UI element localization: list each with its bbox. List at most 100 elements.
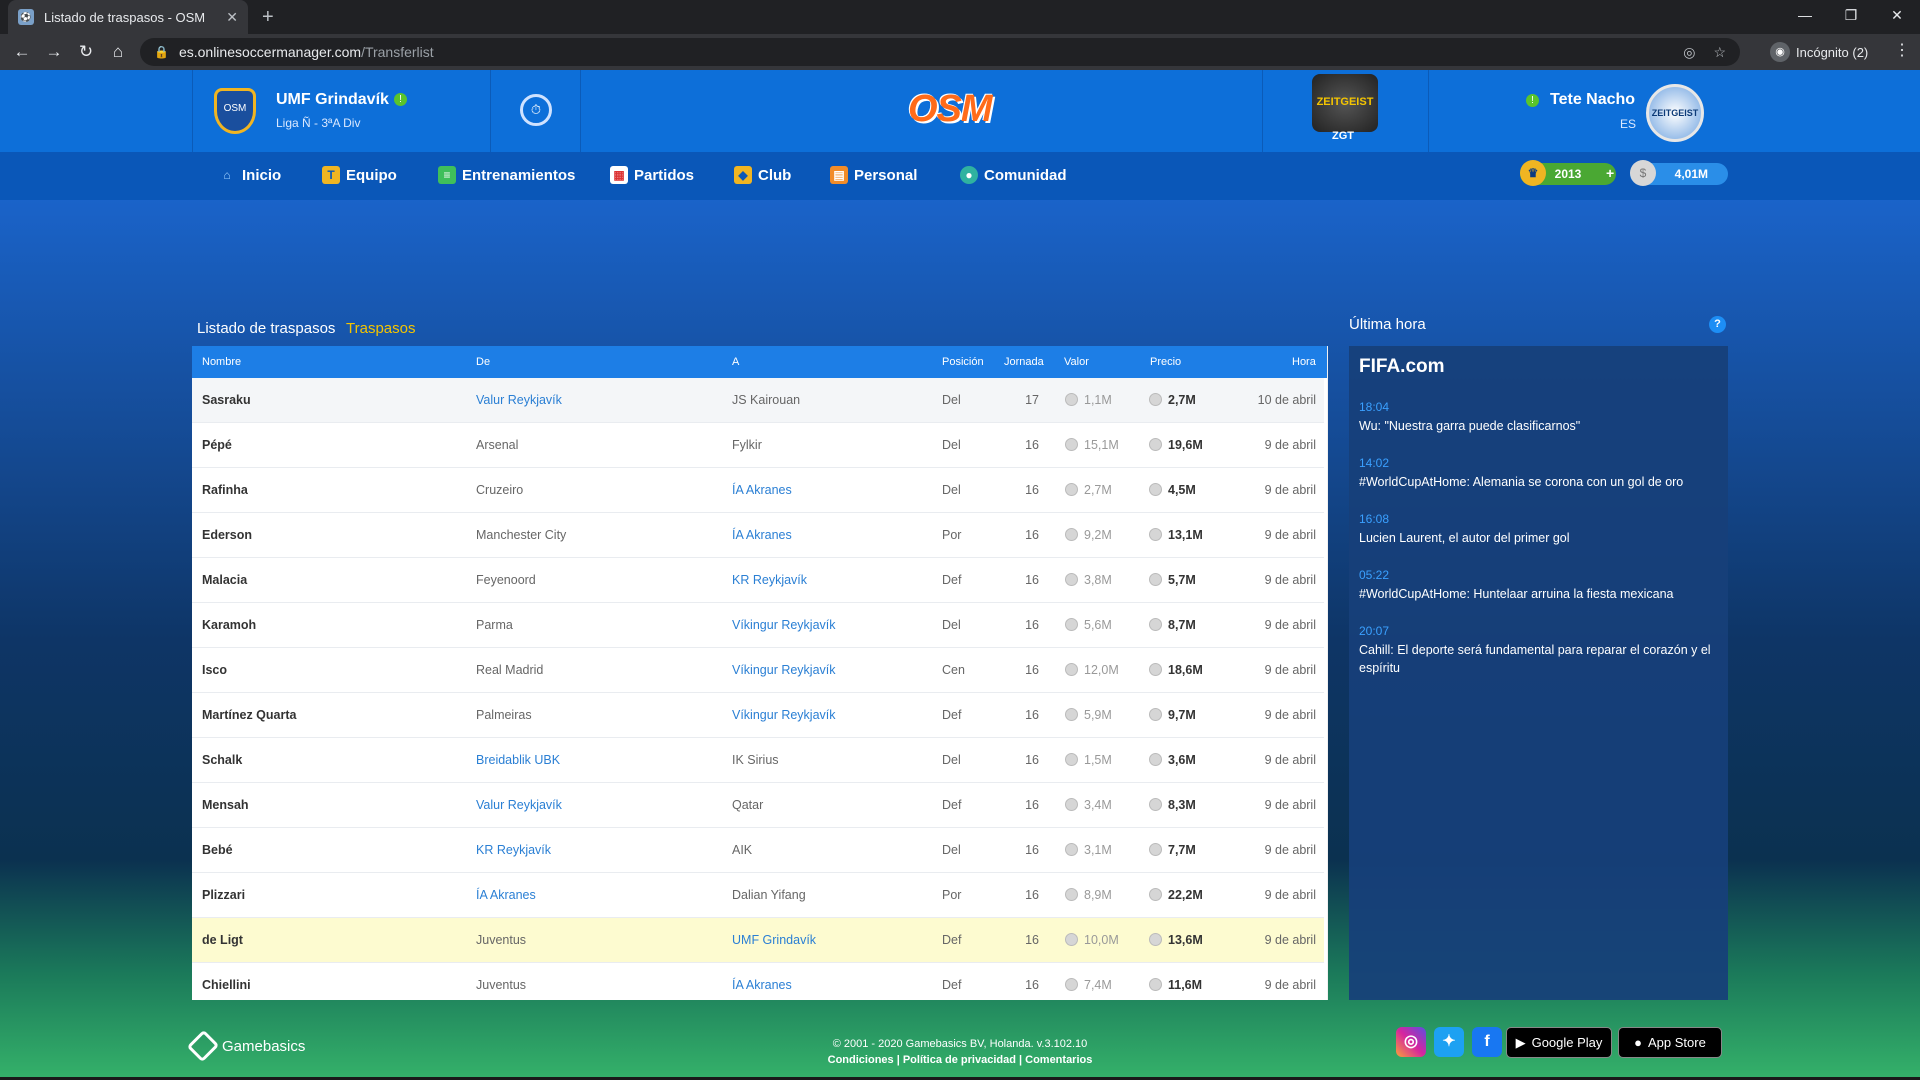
from-club[interactable]: Valur Reykjavík	[476, 393, 562, 407]
stopwatch-icon[interactable]: ⏱	[520, 94, 552, 126]
incognito-indicator[interactable]: ◉ Incógnito (2)	[1770, 39, 1868, 65]
footer-links[interactable]: Condiciones | Política de privacidad | C…	[760, 1054, 1160, 1066]
close-tab-icon[interactable]: ✕	[226, 9, 238, 26]
news-headline[interactable]: #WorldCupAtHome: Huntelaar arruina la fi…	[1359, 585, 1721, 603]
home-icon[interactable]: ⌂	[102, 42, 134, 62]
to-club[interactable]: Víkingur Reykjavík	[732, 708, 836, 722]
table-row[interactable]: de Ligt Juventus UMF Grindavík Def 16 10,0M 13…	[192, 918, 1324, 963]
news-headline[interactable]: Cahill: El deporte será fundamental para…	[1359, 641, 1721, 677]
restore-icon[interactable]: ❐	[1828, 0, 1874, 30]
club-badge[interactable]: OSM	[214, 88, 256, 134]
club-name[interactable]: UMF Grindavík	[276, 91, 389, 109]
help-icon[interactable]: ?	[1709, 316, 1726, 333]
league-badge[interactable]: ZEITGEIST	[1312, 74, 1378, 132]
player-name[interactable]: Sasraku	[202, 393, 251, 407]
table-row[interactable]: Schalk Breidablik UBK IK Sirius Del 16 1,5M 3,…	[192, 738, 1324, 783]
add-boss-coins-button[interactable]: +	[1606, 165, 1614, 181]
col-posicion[interactable]: Posición	[942, 356, 984, 368]
from-club[interactable]: KR Reykjavík	[476, 843, 551, 857]
player-name[interactable]: Pépé	[202, 438, 232, 452]
address-bar[interactable]: 🔒 es.onlinesoccermanager.com/Transferlis…	[140, 38, 1740, 66]
to-club[interactable]: UMF Grindavík	[732, 933, 816, 947]
new-tab-icon[interactable]: +	[262, 6, 274, 29]
player-name[interactable]: de Ligt	[202, 933, 243, 947]
instagram-icon[interactable]: ◎	[1396, 1027, 1426, 1057]
facebook-icon[interactable]: f	[1472, 1027, 1502, 1057]
table-row[interactable]: Karamoh Parma Víkingur Reykjavík Del 16 5,6M 8…	[192, 603, 1324, 648]
col-precio[interactable]: Precio	[1150, 356, 1181, 368]
table-row[interactable]: Pépé Arsenal Fylkir Del 16 15,1M 19,6M 9 de abr…	[192, 423, 1324, 468]
table-row[interactable]: Martínez Quarta Palmeiras Víkingur Reykjav…	[192, 693, 1324, 738]
app-store-button[interactable]: ● App Store	[1618, 1027, 1722, 1058]
to-club[interactable]: ÍA Akranes	[732, 978, 792, 992]
player-name[interactable]: Malacia	[202, 573, 247, 587]
table-row[interactable]: Ederson Manchester City ÍA Akranes Por 16 9,2…	[192, 513, 1324, 558]
nav-personal[interactable]: ▤ Personal	[830, 166, 917, 184]
twitter-icon[interactable]: ✦	[1434, 1027, 1464, 1057]
table-row[interactable]: Sasraku Valur Reykjavík JS Kairouan Del 17 1,…	[192, 378, 1324, 423]
player-name[interactable]: Martínez Quarta	[202, 708, 296, 722]
nav-partidos[interactable]: ▦ Partidos	[610, 166, 694, 184]
news-source[interactable]: FIFA.com	[1359, 356, 1445, 378]
position: Def	[942, 708, 962, 722]
round: 16	[1025, 438, 1039, 452]
scrollbar[interactable]	[1327, 346, 1328, 1000]
to-club[interactable]: ÍA Akranes	[732, 528, 792, 542]
browser-menu-icon[interactable]: ⋮	[1894, 40, 1910, 60]
table-row[interactable]: Bebé KR Reykjavík AIK Del 16 3,1M 7,7M 9 de abr…	[192, 828, 1324, 873]
minimize-icon[interactable]: —	[1782, 0, 1828, 30]
player-name[interactable]: Ederson	[202, 528, 252, 542]
player-name[interactable]: Rafinha	[202, 483, 248, 497]
player-name[interactable]: Bebé	[202, 843, 233, 857]
table-row[interactable]: Isco Real Madrid Víkingur Reykjavík Cen 16 12…	[192, 648, 1324, 693]
table-row[interactable]: Plizzari ÍA Akranes Dalian Yifang Por 16 8,9M…	[192, 873, 1324, 918]
player-name[interactable]: Karamoh	[202, 618, 256, 632]
nav-inicio[interactable]: ⌂ Inicio	[218, 166, 281, 184]
col-nombre[interactable]: Nombre	[202, 356, 241, 368]
nav-entrenamientos[interactable]: ≡ Entrenamientos	[438, 166, 575, 184]
table-row[interactable]: Rafinha Cruzeiro ÍA Akranes Del 16 2,7M 4,5M 9 …	[192, 468, 1324, 513]
player-name[interactable]: Chiellini	[202, 978, 251, 992]
from-club: Feyenoord	[476, 573, 536, 587]
calendar-icon: ▦	[610, 166, 628, 184]
table-row[interactable]: Mensah Valur Reykjavík Qatar Def 16 3,4M 8,3M 9…	[192, 783, 1324, 828]
news-headline[interactable]: Lucien Laurent, el autor del primer gol	[1359, 529, 1721, 547]
col-de[interactable]: De	[476, 356, 490, 368]
page-subtitle[interactable]: Traspasos	[346, 320, 415, 337]
user-name[interactable]: Tete Nacho	[1550, 91, 1635, 109]
forward-icon[interactable]: →	[38, 42, 70, 62]
browser-tab[interactable]: ⚽ Listado de traspasos - OSM ✕	[8, 0, 248, 34]
to-club[interactable]: Víkingur Reykjavík	[732, 663, 836, 677]
player-name[interactable]: Plizzari	[202, 888, 245, 902]
col-a[interactable]: A	[732, 356, 739, 368]
news-headline[interactable]: Wu: "Nuestra garra puede clasificarnos"	[1359, 417, 1721, 435]
to-club[interactable]: Víkingur Reykjavík	[732, 618, 836, 632]
from-club[interactable]: Valur Reykjavík	[476, 798, 562, 812]
to-club[interactable]: KR Reykjavík	[732, 573, 807, 587]
player-name[interactable]: Mensah	[202, 798, 249, 812]
star-icon[interactable]: ☆	[1713, 44, 1726, 61]
eye-off-icon[interactable]: ◎	[1683, 44, 1695, 61]
nav-club[interactable]: ◆ Club	[734, 166, 791, 184]
google-play-button[interactable]: ▶ Google Play	[1506, 1027, 1612, 1058]
osm-logo[interactable]: OSM	[908, 88, 993, 131]
gamebasics-logo[interactable]: Gamebasics	[186, 1029, 305, 1063]
close-window-icon[interactable]: ✕	[1874, 0, 1920, 30]
player-name[interactable]: Isco	[202, 663, 227, 677]
coin-icon	[1065, 528, 1078, 541]
back-icon[interactable]: ←	[6, 42, 38, 62]
from-club[interactable]: ÍA Akranes	[476, 888, 536, 902]
player-name[interactable]: Schalk	[202, 753, 242, 767]
from-club[interactable]: Breidablik UBK	[476, 753, 560, 767]
col-hora[interactable]: Hora	[1292, 356, 1316, 368]
col-valor[interactable]: Valor	[1064, 356, 1089, 368]
nav-comunidad[interactable]: ● Comunidad	[960, 166, 1067, 184]
user-avatar[interactable]: ZEITGEIST	[1646, 84, 1704, 142]
col-jornada[interactable]: Jornada	[1004, 356, 1044, 368]
reload-icon[interactable]: ↻	[70, 42, 102, 62]
nav-equipo[interactable]: T Equipo	[322, 166, 397, 184]
to-club[interactable]: ÍA Akranes	[732, 483, 792, 497]
table-row[interactable]: Malacia Feyenoord KR Reykjavík Def 16 3,8M 5,7…	[192, 558, 1324, 603]
news-headline[interactable]: #WorldCupAtHome: Alemania se corona con …	[1359, 473, 1721, 491]
table-row[interactable]: Chiellini Juventus ÍA Akranes Def 16 7,4M 11,6…	[192, 963, 1324, 1000]
